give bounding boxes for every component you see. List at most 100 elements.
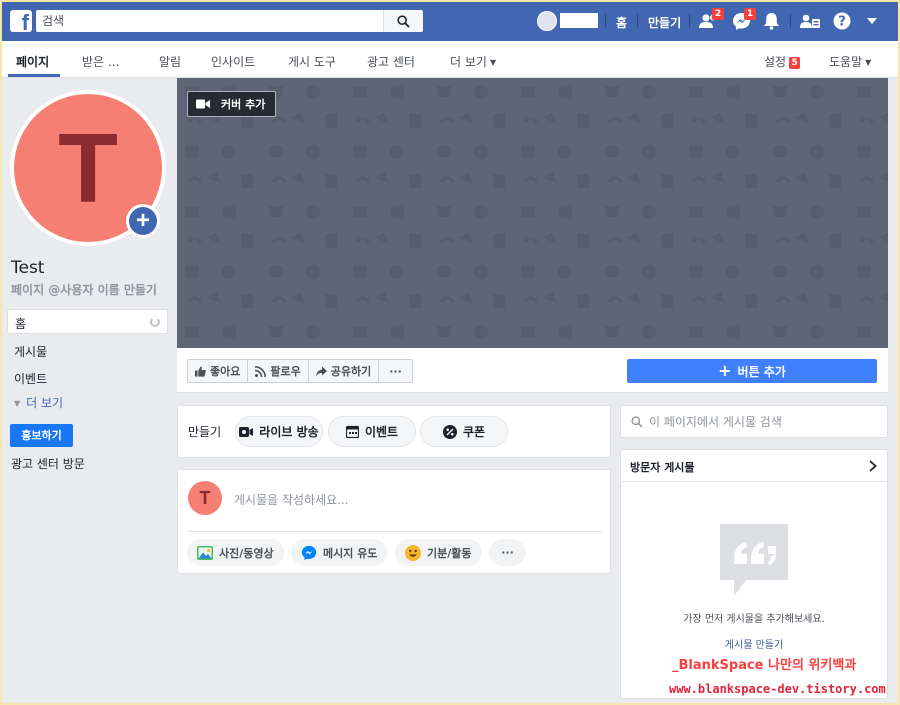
plus-icon: +	[129, 207, 157, 235]
nav-divider	[790, 14, 791, 28]
feeling-activity-label: 기분/활동	[427, 546, 472, 560]
facebook-logo[interactable]: f	[10, 10, 32, 32]
page-title: Test	[11, 258, 45, 278]
promote-button[interactable]: 홍보하기	[10, 424, 73, 447]
caret-down-icon	[867, 18, 877, 24]
post-composer: T 게시물을 작성하세요... 사진/동영상 메시지 유도 기분/활동 ···	[177, 469, 611, 574]
sidebar-item-label: 홈	[15, 317, 27, 331]
photo-icon	[197, 545, 213, 560]
active-tab-indicator	[8, 74, 60, 77]
profile-initial: T	[58, 113, 118, 223]
tab-ad-center[interactable]: 광고 센터	[367, 53, 415, 70]
visitor-posts-empty-text: 가장 먼저 게시물을 추가해보세요.	[683, 614, 825, 625]
page-post-search	[620, 405, 888, 438]
sidebar-item-home[interactable]: 홈	[7, 309, 168, 334]
notifications-button[interactable]	[760, 10, 782, 32]
tab-notifications[interactable]: 알림	[159, 53, 181, 70]
create-label: 만들기	[188, 425, 222, 439]
live-camera-icon	[239, 426, 254, 437]
nav-divider	[605, 14, 606, 28]
sidebar-see-more[interactable]: ▼ 더 보기	[14, 394, 63, 411]
help-label: 도움말	[829, 55, 863, 69]
tab-page[interactable]: 페이지	[16, 53, 49, 70]
photo-video-label: 사진/동영상	[219, 546, 274, 560]
visitor-posts-header[interactable]: 방문자 게시물	[621, 450, 887, 482]
add-button-cta[interactable]: + 버튼 추가	[627, 359, 877, 383]
see-more-label: 더 보기	[26, 396, 64, 410]
user-settings-icon	[800, 14, 820, 28]
create-card: 만들기 라이브 방송 이벤트 쿠폰	[177, 405, 611, 458]
page-roles-button[interactable]	[799, 10, 821, 32]
photo-video-button[interactable]: 사진/동영상	[187, 539, 284, 566]
composer-more-button[interactable]: ···	[489, 539, 526, 566]
nav-create-link[interactable]: 만들기	[648, 14, 681, 31]
watermark-url: www.blankspace-dev.tistory.com	[669, 682, 886, 696]
caret-down-icon: ▼	[865, 58, 872, 67]
caret-down-icon: ▼	[14, 399, 21, 408]
tab-insights[interactable]: 인사이트	[211, 53, 255, 70]
create-event-label: 이벤트	[364, 425, 399, 439]
get-messages-button[interactable]: 메시지 유도	[291, 539, 388, 566]
page-management-bar: 페이지 받은 ... 알림 인사이트 게시 도구 광고 센터 더 보기 ▼ 설정 5…	[2, 41, 898, 78]
create-visitor-post-link[interactable]: 게시물 만들기	[621, 636, 887, 651]
create-event-button[interactable]: 이벤트	[328, 416, 416, 447]
watermark-title: _BlankSpace 나만의 위키백과	[672, 658, 857, 673]
page-post-search-input[interactable]	[649, 414, 879, 430]
create-username-link[interactable]: 페이지 @사용자 이름 만들기	[11, 281, 157, 298]
search-input[interactable]	[36, 10, 382, 32]
tab-inbox[interactable]: 받은 ...	[82, 53, 119, 70]
chevron-right-icon	[869, 460, 877, 472]
thumbs-up-icon	[195, 366, 206, 377]
messenger-button[interactable]: 1	[730, 8, 756, 32]
follow-button[interactable]: 팔로우	[247, 359, 309, 383]
live-video-button[interactable]: 라이브 방송	[235, 416, 323, 447]
user-name-redacted[interactable]	[560, 13, 598, 28]
friend-requests-button[interactable]: 2	[698, 8, 724, 32]
account-menu-button[interactable]	[861, 10, 883, 32]
share-button[interactable]: 공유하기	[307, 359, 380, 383]
video-camera-icon	[196, 99, 210, 109]
more-dots-icon: ···	[389, 364, 402, 378]
sidebar-item-events[interactable]: 이벤트	[14, 370, 47, 387]
global-search	[36, 10, 423, 32]
visitor-posts-title: 방문자 게시물	[630, 461, 695, 474]
page-action-bar: 좋아요 팔로우 공유하기 ··· + 버튼 추가	[177, 348, 888, 393]
svg-text:?: ?	[838, 15, 846, 30]
search-icon	[397, 14, 410, 28]
tab-more-label: 더 보기	[450, 55, 487, 69]
sidebar-item-posts[interactable]: 게시물	[14, 343, 47, 360]
add-cover-label: 커버 추가	[221, 98, 266, 111]
bell-icon	[763, 13, 779, 30]
nav-home-link[interactable]: 홈	[616, 14, 627, 31]
create-coupon-button[interactable]: 쿠폰	[420, 416, 508, 447]
like-button[interactable]: 좋아요	[187, 359, 249, 383]
percent-icon	[442, 424, 457, 439]
nav-divider	[637, 14, 638, 28]
visit-ad-center-link[interactable]: 광고 센터 방문	[11, 455, 85, 472]
tab-more[interactable]: 더 보기 ▼	[450, 53, 496, 70]
settings-link[interactable]: 설정 5	[764, 53, 801, 70]
more-dots-icon: ···	[501, 546, 514, 559]
user-avatar[interactable]	[537, 11, 557, 31]
search-icon	[631, 416, 643, 428]
add-cover-button[interactable]: 커버 추가	[187, 91, 276, 117]
composer-input[interactable]: 게시물을 작성하세요...	[234, 491, 349, 508]
plus-icon: +	[718, 361, 732, 380]
help-link[interactable]: 도움말 ▼	[829, 53, 871, 70]
create-coupon-label: 쿠폰	[462, 425, 486, 439]
question-icon: ?	[833, 12, 851, 30]
feeling-activity-button[interactable]: 기분/활동	[395, 539, 482, 566]
like-label: 좋아요	[210, 365, 241, 378]
follow-label: 팔로우	[270, 365, 301, 378]
settings-label: 설정	[764, 55, 787, 69]
composer-divider	[188, 531, 602, 532]
help-button[interactable]: ?	[831, 10, 853, 32]
add-profile-photo-button[interactable]: +	[126, 204, 160, 238]
messenger-icon	[301, 545, 317, 560]
smiley-icon	[405, 544, 421, 561]
tab-publishing-tools[interactable]: 게시 도구	[288, 53, 336, 70]
share-label: 공유하기	[330, 365, 372, 378]
search-button[interactable]	[383, 10, 423, 32]
share-arrow-icon	[315, 366, 327, 376]
more-options-button[interactable]: ···	[378, 359, 413, 383]
